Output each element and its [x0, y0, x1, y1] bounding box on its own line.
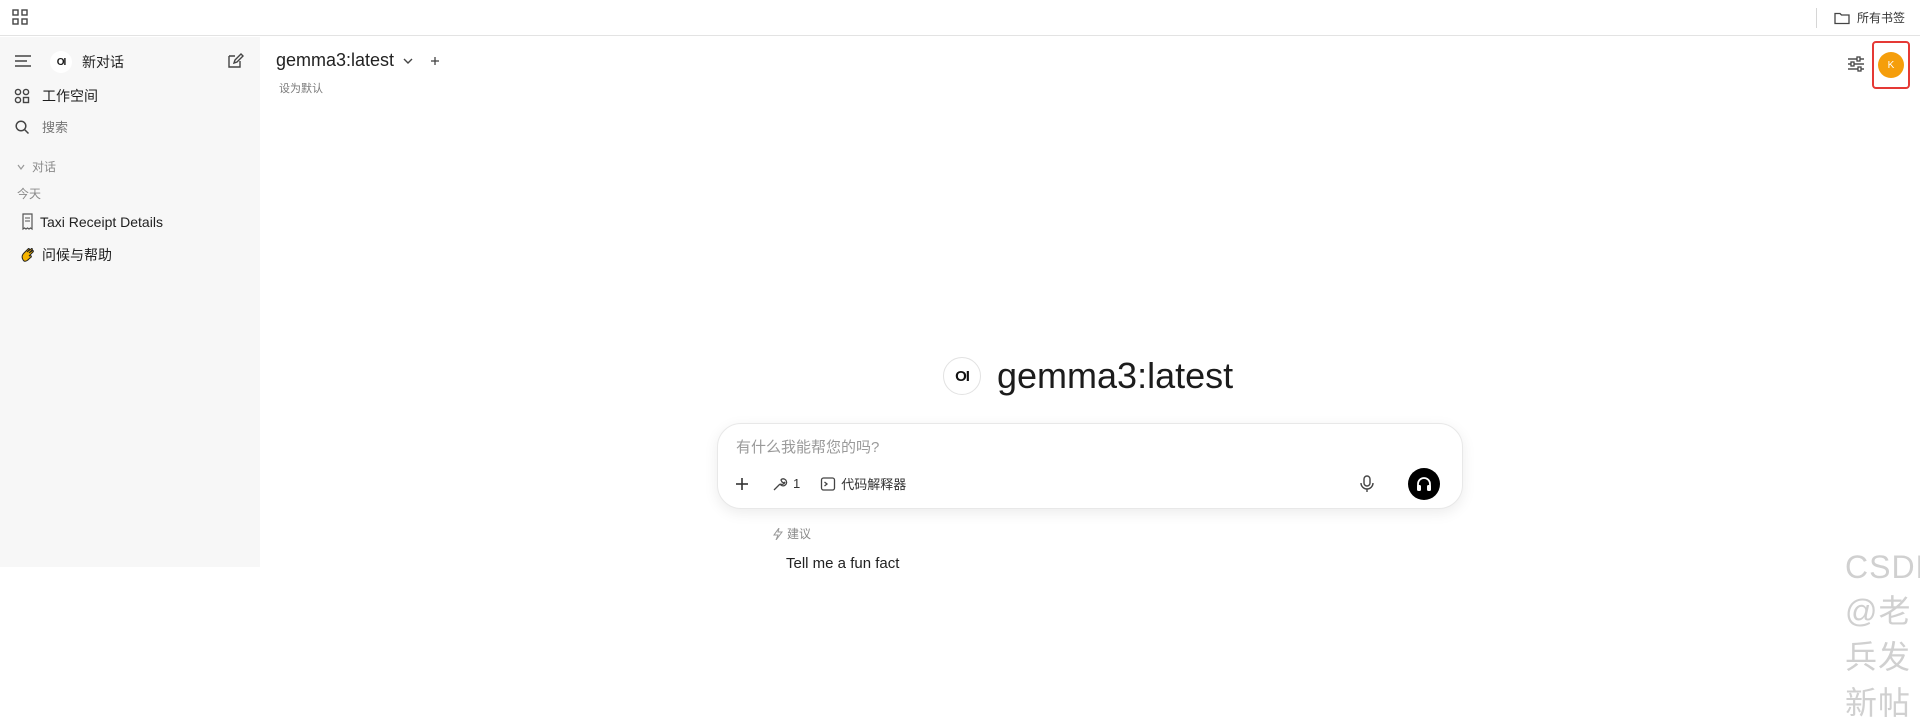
all-bookmarks-label: 所有书签: [1857, 11, 1906, 25]
avatar-highlight-box: K: [1872, 41, 1910, 89]
chat-item[interactable]: Taxi Receipt Details: [20, 213, 163, 231]
apps-grid-icon[interactable]: [12, 9, 28, 25]
model-logo: OI: [943, 357, 981, 395]
receipt-icon: [22, 213, 33, 231]
message-input[interactable]: [736, 436, 1296, 458]
chat-item[interactable]: 问候与帮助: [20, 245, 112, 265]
chats-section-toggle[interactable]: 对话: [16, 158, 56, 175]
user-avatar[interactable]: K: [1878, 52, 1904, 78]
voice-mode-button[interactable]: [1408, 468, 1440, 500]
plus-icon[interactable]: [734, 476, 750, 492]
edit-new-chat-icon[interactable]: [226, 52, 244, 70]
today-group-label: 今天: [17, 187, 42, 201]
suggestions-label: 建议: [787, 527, 812, 541]
lightning-icon: [773, 527, 783, 540]
terminal-icon: [821, 476, 836, 491]
model-selector[interactable]: gemma3:latest: [276, 50, 442, 71]
code-interpreter-label: 代码解释器: [841, 477, 907, 492]
headphones-icon: [1417, 477, 1431, 491]
chats-section-label: 对话: [32, 160, 57, 174]
sidebar-item-workspace[interactable]: 工作空间: [14, 86, 98, 106]
main-content: gemma3:latest 设为默认 K OI gemma3:latest 有什…: [260, 37, 1920, 721]
workspace-label: 工作空间: [42, 88, 98, 104]
hero: OI gemma3:latest: [943, 355, 1233, 397]
workspace-icon: [14, 88, 30, 104]
microphone-icon[interactable]: [1357, 474, 1377, 494]
bookmarks-bar: 所有书签: [0, 0, 1920, 36]
chevron-down-icon: [17, 164, 25, 170]
chevron-down-icon[interactable]: [402, 55, 414, 67]
watermark: CSDN @老兵发新帖: [1845, 549, 1920, 721]
sidebar: OI 新对话 工作空间 对话 今天: [0, 37, 260, 567]
search-input[interactable]: [42, 119, 222, 135]
add-model-icon[interactable]: [428, 54, 442, 68]
suggestion-item[interactable]: Tell me a fun fact: [786, 555, 899, 572]
chat-item-title: 问候与帮助: [42, 247, 112, 263]
bookmarks-divider: [1816, 8, 1817, 28]
tools-button[interactable]: 1: [772, 476, 800, 492]
suggestions-header: 建议: [773, 525, 811, 542]
all-bookmarks-button[interactable]: 所有书签: [1834, 9, 1905, 26]
openwebui-logo: OI: [50, 51, 72, 73]
folder-icon: [1834, 12, 1850, 24]
sidebar-toggle-icon[interactable]: [14, 54, 32, 68]
composer-toolbar: 1 代码解释器: [734, 474, 906, 493]
new-chat-button[interactable]: OI 新对话: [50, 51, 124, 73]
controls-sliders-icon[interactable]: [1846, 54, 1866, 74]
search-icon: [15, 120, 30, 135]
sidebar-search[interactable]: [14, 119, 222, 135]
wrench-icon: [773, 477, 788, 490]
tools-count: 1: [793, 476, 801, 491]
chat-item-title: Taxi Receipt Details: [40, 214, 163, 230]
new-chat-label: 新对话: [82, 54, 124, 70]
set-default-link[interactable]: 设为默认: [279, 80, 323, 96]
code-interpreter-button[interactable]: 代码解释器: [820, 474, 906, 493]
hand-wave-icon: [21, 248, 34, 262]
hero-model-title: gemma3:latest: [997, 355, 1234, 396]
model-name: gemma3:latest: [276, 50, 395, 70]
message-composer: 1 代码解释器: [717, 423, 1463, 509]
